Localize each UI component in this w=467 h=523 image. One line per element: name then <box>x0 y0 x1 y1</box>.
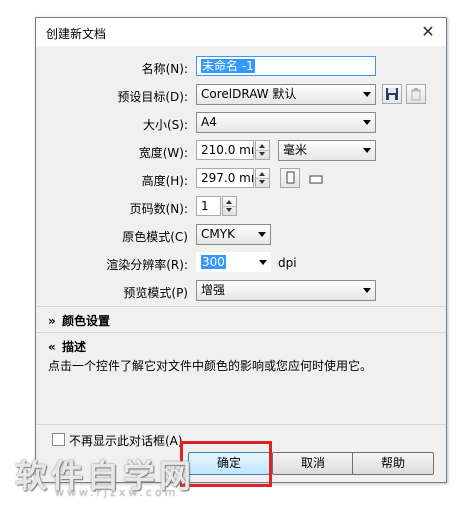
unit-value: 毫米 <box>283 143 308 157</box>
divider <box>36 424 446 425</box>
width-spinner[interactable] <box>255 140 270 160</box>
height-spinner[interactable] <box>255 168 270 188</box>
dialog-title: 创建新文档 <box>46 27 107 41</box>
cancel-button[interactable]: 取消 <box>272 452 354 475</box>
height-label: 高度(H): <box>141 174 188 188</box>
collapse-chevron-icon: « <box>48 340 56 354</box>
pages-label: 页码数(N): <box>129 202 188 216</box>
resolution-input[interactable]: 300 <box>196 252 271 272</box>
size-value: A4 <box>201 115 217 129</box>
chevron-down-icon <box>363 120 371 125</box>
preview-select[interactable]: 增强 <box>196 280 376 301</box>
expand-chevron-icon: » <box>48 314 56 328</box>
description-heading: 描述 <box>62 340 87 354</box>
dont-show-label: 不再显示此对话框(A) <box>69 434 183 448</box>
landscape-icon <box>309 175 323 184</box>
size-label: 大小(S): <box>142 118 188 132</box>
description-text: 点击一个控件了解它对文件中颜色的影响或您应何时使用它。 <box>48 359 373 373</box>
resolution-label: 渲染分辨率(R): <box>106 258 188 272</box>
name-input[interactable]: 未命名 -1 <box>196 56 376 76</box>
portrait-icon <box>286 171 295 184</box>
title-bar[interactable]: 创建新文档 ✕ <box>36 18 446 46</box>
pages-value: 1 <box>201 199 209 213</box>
close-icon[interactable]: ✕ <box>418 22 438 42</box>
color-settings-toggle[interactable]: » 颜色设置 <box>48 312 110 329</box>
preview-label: 预览模式(P) <box>123 286 188 300</box>
color-mode-select[interactable]: CMYK <box>196 224 271 245</box>
width-label: 宽度(W): <box>138 146 188 160</box>
color-settings-heading: 颜色设置 <box>62 314 111 328</box>
save-preset-button[interactable] <box>382 84 402 104</box>
dont-show-checkbox[interactable] <box>52 433 65 446</box>
size-select[interactable]: A4 <box>196 112 376 133</box>
resolution-unit: dpi <box>278 256 297 270</box>
description-toggle[interactable]: « 描述 <box>48 338 86 355</box>
preview-value: 增强 <box>201 283 226 297</box>
color-mode-value: CMYK <box>201 227 235 241</box>
create-document-dialog: 创建新文档 ✕ 名称(N): 未命名 -1 预设目标(D): CorelDRAW… <box>35 17 447 483</box>
landscape-button[interactable] <box>306 170 326 188</box>
name-value: 未命名 -1 <box>201 59 255 73</box>
height-value: 297.0 mm <box>201 171 253 185</box>
divider <box>36 306 446 307</box>
chevron-down-icon <box>258 232 266 237</box>
watermark-url: www.rjzxw.com <box>55 486 179 499</box>
save-icon <box>386 88 398 100</box>
pages-spinner[interactable] <box>222 196 237 216</box>
preset-label: 预设目标(D): <box>117 90 188 104</box>
portrait-button[interactable] <box>280 168 300 188</box>
chevron-down-icon <box>363 148 371 153</box>
unit-select[interactable]: 毫米 <box>278 140 376 161</box>
preset-value: CorelDRAW 默认 <box>201 87 297 101</box>
name-label: 名称(N): <box>141 62 188 76</box>
delete-preset-button[interactable] <box>406 84 426 104</box>
help-button[interactable]: 帮助 <box>352 452 434 475</box>
chevron-down-icon <box>363 92 371 97</box>
width-value: 210.0 mm <box>201 143 253 157</box>
pages-input[interactable]: 1 <box>196 196 221 216</box>
color-mode-label: 原色模式(C) <box>122 230 188 244</box>
divider <box>36 332 446 333</box>
chevron-down-icon[interactable] <box>259 260 267 265</box>
width-input[interactable]: 210.0 mm <box>196 140 254 160</box>
resolution-value: 300 <box>201 255 226 269</box>
preset-select[interactable]: CorelDRAW 默认 <box>196 84 376 105</box>
height-input[interactable]: 297.0 mm <box>196 168 254 188</box>
chevron-down-icon <box>363 288 371 293</box>
trash-icon <box>411 88 421 101</box>
